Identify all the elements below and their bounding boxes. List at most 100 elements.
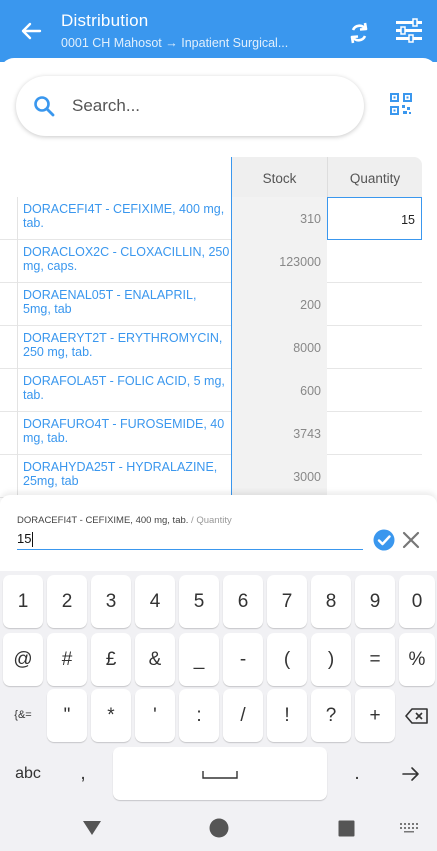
sync-icon[interactable]	[344, 18, 374, 48]
item-name-line2: mg, tab.	[23, 431, 69, 445]
quantity-input[interactable]: 15	[17, 528, 363, 550]
key-9[interactable]: 9	[355, 575, 395, 628]
key-hash[interactable]: #	[47, 633, 87, 686]
key-abc[interactable]: abc	[3, 747, 53, 800]
key-single-quote[interactable]: '	[135, 689, 175, 742]
stock-value: 8000	[231, 326, 327, 369]
key-space[interactable]	[113, 747, 327, 800]
quantity-cell[interactable]	[327, 283, 422, 326]
key-equals[interactable]: =	[355, 633, 395, 686]
item-name-line2: 25mg, tab	[23, 474, 79, 488]
item-name[interactable]: DORAFOLA5T - FOLIC ACID, 5 mg, tab.	[17, 369, 231, 412]
item-name[interactable]: DORACEFI4T - CEFIXIME, 400 mg, tab.	[17, 197, 231, 240]
key-8[interactable]: 8	[311, 575, 351, 628]
key-5[interactable]: 5	[179, 575, 219, 628]
key-colon[interactable]: :	[179, 689, 219, 742]
stock-value: 123000	[231, 240, 327, 283]
back-arrow-icon[interactable]	[14, 14, 48, 48]
subtitle-arrow: →	[165, 36, 178, 50]
key-1[interactable]: 1	[3, 575, 43, 628]
stock-value: 310	[231, 197, 327, 240]
key-comma[interactable]: ,	[60, 747, 106, 800]
edit-item-name: DORACEFI4T - CEFIXIME, 400 mg, tab.	[17, 515, 189, 526]
quantity-cell[interactable]	[327, 412, 422, 455]
key-at[interactable]: @	[3, 633, 43, 686]
item-name[interactable]: DORAHYDA25T - HYDRALAZINE, 25mg, tab	[17, 455, 231, 498]
item-name[interactable]: DORACLOX2C - CLOXACILLIN, 250 mg, caps.	[17, 240, 231, 283]
item-name[interactable]: DORAFURO4T - FUROSEMIDE, 40 mg, tab.	[17, 412, 231, 455]
table-row[interactable]: DORAFOLA5T - FOLIC ACID, 5 mg, tab. 600	[0, 369, 422, 412]
edit-separator: /	[191, 515, 194, 526]
item-name-line1: DORACEFI4T - CEFIXIME, 400 mg,	[23, 202, 225, 216]
item-name-line2: mg, caps.	[23, 259, 78, 273]
backspace-icon	[405, 708, 428, 724]
nav-recents-icon[interactable]	[338, 820, 355, 837]
key-open-paren[interactable]: (	[267, 633, 307, 686]
item-name-line2: 250 mg, tab.	[23, 345, 93, 359]
key-plus[interactable]: +	[355, 689, 395, 742]
item-name[interactable]: DORAENAL05T - ENALAPRIL, 5mg, tab	[17, 283, 231, 326]
key-minus[interactable]: -	[223, 633, 263, 686]
key-symbols-toggle[interactable]: {&=	[3, 689, 43, 742]
qr-scan-icon[interactable]	[389, 92, 413, 116]
item-name-line2: tab.	[23, 388, 44, 402]
quantity-cell[interactable]	[327, 455, 422, 498]
key-asterisk[interactable]: *	[91, 689, 131, 742]
page-title: Distribution	[61, 11, 149, 30]
table-row[interactable]: DORAFURO4T - FUROSEMIDE, 40 mg, tab. 374…	[0, 412, 422, 455]
key-double-quote[interactable]: "	[47, 689, 87, 742]
key-pound[interactable]: £	[91, 633, 131, 686]
close-icon[interactable]	[401, 530, 421, 550]
key-percent[interactable]: %	[399, 633, 435, 686]
check-circle-icon[interactable]	[373, 529, 395, 551]
stock-value: 3000	[231, 455, 327, 498]
item-name-line1: DORAFURO4T - FUROSEMIDE, 40	[23, 417, 225, 431]
key-ampersand[interactable]: &	[135, 633, 175, 686]
quantity-cell[interactable]	[327, 369, 422, 412]
keyboard-switch-icon[interactable]	[400, 823, 418, 833]
key-close-paren[interactable]: )	[311, 633, 351, 686]
item-name[interactable]: DORAERYT2T - ERYTHROMYCIN, 250 mg, tab.	[17, 326, 231, 369]
nav-back-icon[interactable]	[82, 820, 102, 836]
search-input[interactable]: Search...	[16, 76, 364, 136]
key-period[interactable]: .	[334, 747, 380, 800]
table-header: Stock Quantity	[0, 157, 422, 197]
system-nav-bar	[0, 807, 437, 851]
soft-keyboard: 1 2 3 4 5 6 7 8 9 0 @ # £ & _ - ( ) = % …	[0, 571, 437, 807]
table-row[interactable]: DORAERYT2T - ERYTHROMYCIN, 250 mg, tab. …	[0, 326, 422, 369]
key-7[interactable]: 7	[267, 575, 307, 628]
quantity-cell[interactable]	[327, 326, 422, 369]
quantity-cell[interactable]: 15	[327, 197, 422, 240]
item-name-line1: DORAERYT2T - ERYTHROMYCIN,	[23, 331, 223, 345]
column-header-stock: Stock	[231, 157, 327, 197]
key-3[interactable]: 3	[91, 575, 131, 628]
subtitle-to: Inpatient Surgical...	[181, 36, 289, 50]
item-name-line1: DORACLOX2C - CLOXACILLIN, 250	[23, 245, 230, 259]
column-header-quantity: Quantity	[327, 157, 422, 197]
subtitle-from: 0001 CH Mahosot	[61, 36, 162, 50]
stock-value: 600	[231, 369, 327, 412]
key-0[interactable]: 0	[399, 575, 435, 628]
table-row[interactable]: DORAENAL05T - ENALAPRIL, 5mg, tab 200	[0, 283, 422, 326]
item-name-line1: DORAENAL05T - ENALAPRIL,	[23, 288, 197, 302]
key-2[interactable]: 2	[47, 575, 87, 628]
filter-icon[interactable]	[394, 18, 424, 44]
nav-home-icon[interactable]	[208, 817, 230, 839]
key-exclamation[interactable]: !	[267, 689, 307, 742]
key-backspace[interactable]	[399, 689, 435, 742]
key-underscore[interactable]: _	[179, 633, 219, 686]
key-enter[interactable]	[387, 747, 435, 800]
table-row[interactable]: DORACEFI4T - CEFIXIME, 400 mg, tab. 310 …	[0, 197, 422, 240]
table-row[interactable]: DORACLOX2C - CLOXACILLIN, 250 mg, caps. …	[0, 240, 422, 283]
edit-field-label: DORACEFI4T - CEFIXIME, 400 mg, tab. / Qu…	[17, 515, 232, 526]
key-6[interactable]: 6	[223, 575, 263, 628]
stock-value: 3743	[231, 412, 327, 455]
text-caret	[32, 532, 34, 548]
key-4[interactable]: 4	[135, 575, 175, 628]
key-question[interactable]: ?	[311, 689, 351, 742]
item-name-line2: tab.	[23, 216, 44, 230]
quantity-cell[interactable]	[327, 240, 422, 283]
key-slash[interactable]: /	[223, 689, 263, 742]
table-row[interactable]: DORAHYDA25T - HYDRALAZINE, 25mg, tab 300…	[0, 455, 422, 498]
app-header: Distribution 0001 CH Mahosot → Inpatient…	[0, 0, 437, 62]
